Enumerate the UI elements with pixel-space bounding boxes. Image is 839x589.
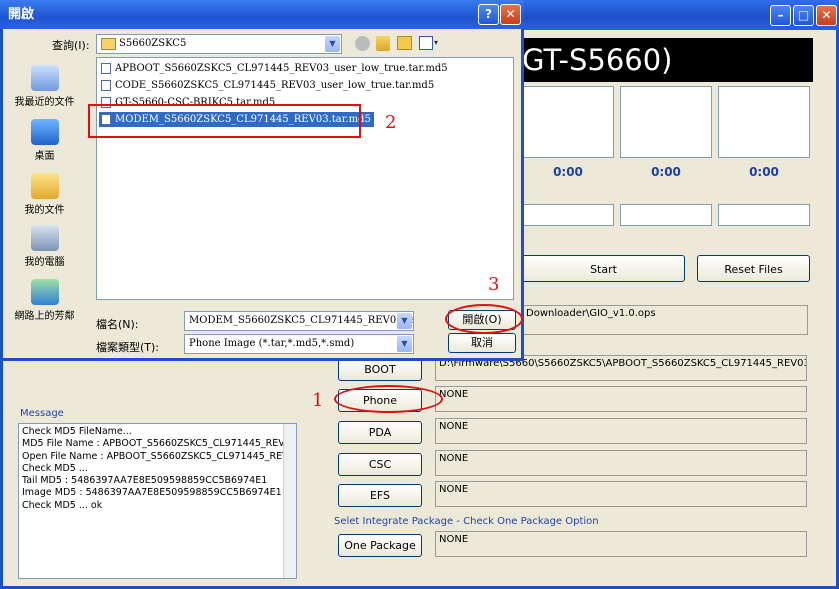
my-documents-icon	[30, 173, 59, 199]
places-recent[interactable]: 我最近的文件	[3, 65, 86, 108]
message-group-label: Message	[20, 408, 64, 419]
file-item[interactable]: CODE_S5660ZSKC5_CL971445_REV03_user_low_…	[99, 78, 437, 93]
chevron-down-icon[interactable]: ▼	[397, 313, 412, 329]
places-my-documents[interactable]: 我的文件	[3, 173, 86, 216]
close-icon[interactable]: ✕	[500, 4, 521, 25]
csc-button[interactable]: CSC	[338, 453, 422, 476]
annotation-number: 1	[312, 390, 324, 411]
one-package-button[interactable]: One Package	[338, 534, 422, 557]
ops-file-path: Downloader\GIO_v1.0.ops	[522, 305, 808, 335]
message-line: MD5 File Name : APBOOT_S5660ZSKC5_CL9714…	[22, 438, 297, 450]
places-network[interactable]: 網路上的芳鄰	[3, 279, 86, 322]
desktop-icon	[30, 119, 59, 145]
efs-path: NONE	[435, 481, 807, 507]
places-label: 桌面	[34, 151, 55, 162]
filename-input[interactable]: MODEM_S5660ZSKC5_CL971445_REV03.tar ▼	[184, 311, 414, 331]
model-banner: GT-S5660)	[518, 38, 813, 82]
annotation-highlight-phone	[334, 385, 443, 413]
one-package-path: NONE	[435, 531, 807, 557]
start-button[interactable]: Start	[522, 255, 685, 282]
network-icon	[30, 279, 59, 305]
message-line: Check MD5 FileName...	[22, 426, 132, 437]
annotation-highlight-file	[88, 104, 361, 138]
lookin-label: 查詢(I):	[52, 39, 90, 52]
file-icon	[101, 80, 111, 91]
views-dropdown-icon[interactable]: ▾	[434, 38, 438, 47]
port-status-box	[620, 86, 712, 158]
minimize-icon[interactable]: –	[770, 5, 791, 26]
close-icon[interactable]: ✕	[816, 5, 837, 26]
port-com-box	[718, 204, 810, 226]
message-line: Tail MD5 : 5486397AA7E8E509598859CC5B697…	[22, 475, 268, 487]
file-item[interactable]: APBOOT_S5660ZSKC5_CL971445_REV03_user_lo…	[99, 61, 451, 76]
boot-button[interactable]: BOOT	[338, 358, 422, 381]
port-timer: 0:00	[553, 165, 583, 179]
reset-files-button[interactable]: Reset Files	[697, 255, 810, 282]
recent-documents-icon	[30, 65, 59, 91]
my-computer-icon	[30, 225, 59, 251]
annotation-highlight-open	[445, 304, 523, 334]
annotation-number: 2	[385, 112, 397, 133]
chevron-down-icon[interactable]: ▼	[397, 336, 412, 352]
annotation-number: 3	[488, 274, 500, 295]
filetype-value: Phone Image (*.tar,*.md5,*.smd)	[189, 338, 355, 349]
message-line: Image MD5 : 5486397AA7E8E509598859CC5B69…	[22, 487, 282, 499]
pda-button[interactable]: PDA	[338, 421, 422, 444]
message-line: Check MD5 ...	[22, 462, 88, 474]
places-label: 我的電腦	[24, 257, 65, 268]
port-status-box	[522, 86, 614, 158]
efs-button[interactable]: EFS	[338, 484, 422, 507]
port-status-box	[718, 86, 810, 158]
phone-path: NONE	[435, 386, 807, 412]
dialog-title: 開啟	[0, 0, 524, 29]
back-icon[interactable]	[355, 36, 370, 51]
help-icon[interactable]: ?	[478, 4, 499, 25]
maximize-icon[interactable]: □	[793, 5, 814, 26]
filename-label: 檔名(N):	[96, 318, 139, 331]
message-log: Check MD5 FileName... MD5 File Name : AP…	[18, 423, 297, 579]
cancel-button[interactable]: 取消	[448, 333, 516, 353]
new-folder-icon[interactable]	[397, 36, 412, 50]
places-bar: 我最近的文件 桌面 我的文件 我的電腦 網路上的芳鄰	[3, 53, 86, 338]
lookin-value: S5660ZSKC5	[119, 38, 187, 49]
filetype-label: 檔案類型(T):	[96, 341, 160, 354]
places-label: 我的文件	[24, 205, 65, 216]
places-my-computer[interactable]: 我的電腦	[3, 225, 86, 268]
port-com-box	[620, 204, 712, 226]
lookin-combo[interactable]: S5660ZSKC5 ▼	[96, 34, 342, 54]
package-group-label: Selet Integrate Package - Check One Pack…	[334, 516, 599, 527]
folder-icon	[101, 37, 116, 50]
message-line: Check MD5 ... ok	[22, 499, 103, 511]
file-name: CODE_S5660ZSKC5_CL971445_REV03_user_low_…	[115, 80, 435, 91]
port-timer: 0:00	[749, 165, 779, 179]
places-label: 網路上的芳鄰	[14, 311, 75, 322]
pda-path: NONE	[435, 418, 807, 444]
views-icon[interactable]	[419, 36, 433, 50]
csc-path: NONE	[435, 450, 807, 476]
message-scrollbar[interactable]	[283, 424, 296, 578]
message-line: Open File Name : APBOOT_S5660ZSKC5_CL971…	[22, 450, 296, 462]
port-timer: 0:00	[651, 165, 681, 179]
filename-value: MODEM_S5660ZSKC5_CL971445_REV03.tar	[189, 315, 414, 326]
port-com-box	[522, 204, 614, 226]
places-label: 我最近的文件	[14, 97, 75, 108]
file-name: APBOOT_S5660ZSKC5_CL971445_REV03_user_lo…	[115, 63, 448, 74]
up-folder-icon[interactable]	[376, 36, 390, 51]
file-icon	[101, 63, 111, 74]
places-desktop[interactable]: 桌面	[3, 119, 86, 162]
chevron-down-icon[interactable]: ▼	[325, 36, 340, 52]
filetype-select[interactable]: Phone Image (*.tar,*.md5,*.smd) ▼	[184, 334, 414, 354]
file-list[interactable]: APBOOT_S5660ZSKC5_CL971445_REV03_user_lo…	[96, 57, 514, 300]
